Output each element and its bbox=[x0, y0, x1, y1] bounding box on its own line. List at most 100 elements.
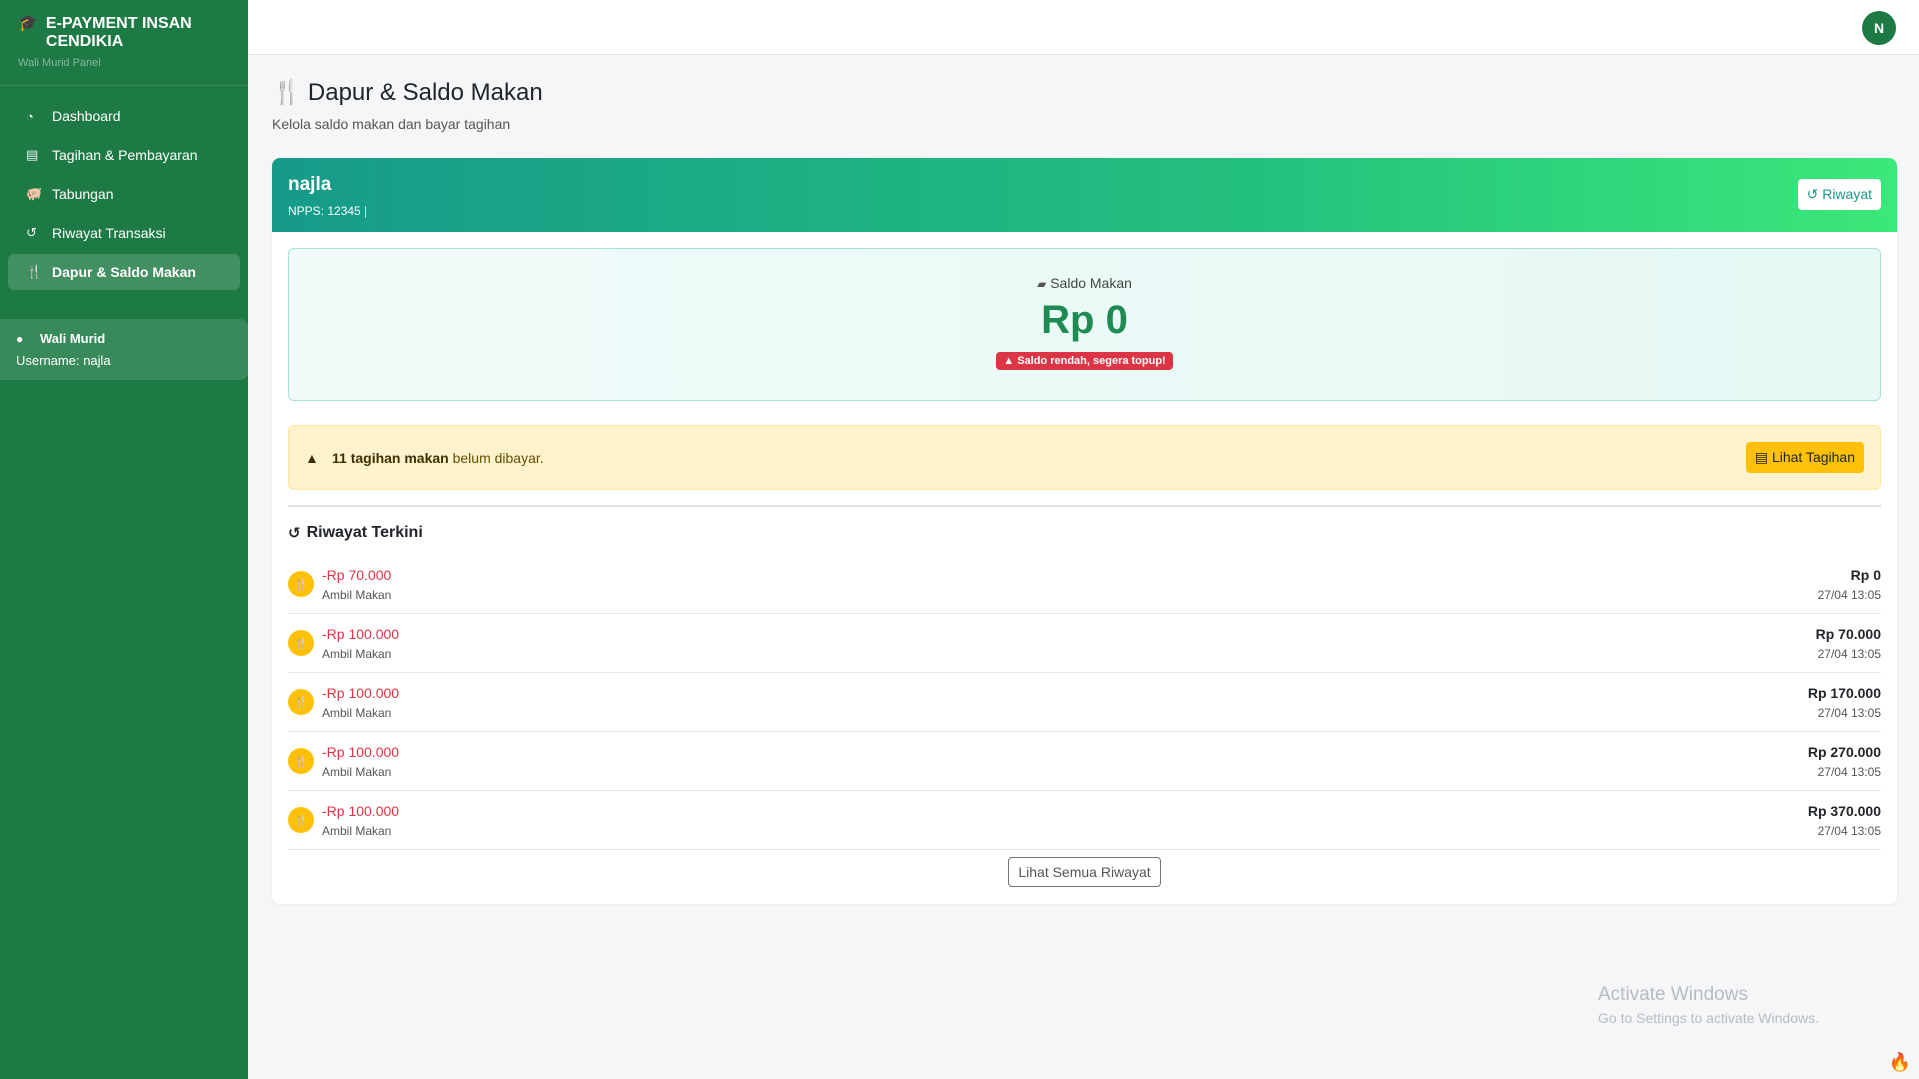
utensils-icon: 🍴 bbox=[272, 79, 302, 106]
tx-amount: -Rp 70.000 bbox=[322, 566, 392, 583]
utensils-icon: 🍴 bbox=[288, 748, 314, 774]
tx-balance: Rp 370.000 bbox=[1807, 802, 1881, 819]
tx-meta: Rp 170.000 27/04 13:05 bbox=[1808, 685, 1881, 720]
utensils-icon: 🍴 bbox=[288, 630, 314, 656]
user-role-text: Wali Murid bbox=[40, 331, 106, 346]
sidebar-item-label: Dashboard bbox=[52, 108, 121, 124]
tx-balance: Rp 70.000 bbox=[1815, 625, 1881, 642]
list-item: 🍴 -Rp 100.000 Ambil Makan Rp 370.000 27/… bbox=[288, 791, 1881, 850]
flame-icon[interactable]: 🔥 bbox=[1889, 1052, 1911, 1073]
topbar: N bbox=[248, 0, 1919, 55]
brand-title-text: E-PAYMENT INSAN CENDIKIA bbox=[45, 15, 192, 50]
list-item: 🍴 -Rp 70.000 Ambil Makan Rp 0 27/04 13:0… bbox=[288, 555, 1881, 614]
watermark-title: Activate Windows bbox=[1598, 984, 1748, 1005]
avatar[interactable]: N bbox=[1862, 11, 1896, 45]
sidebar-item-dashboard[interactable]: ◔ Dashboard bbox=[8, 98, 240, 134]
tx-time: 27/04 13:05 bbox=[1817, 646, 1881, 661]
tx-meta: Rp 370.000 27/04 13:05 bbox=[1808, 803, 1881, 838]
tx-balance: Rp 170.000 bbox=[1807, 684, 1881, 701]
utensils-icon: 🍴 bbox=[288, 807, 314, 833]
riwayat-button[interactable]: ↺ Riwayat bbox=[1797, 179, 1881, 210]
tx-meta: Rp 0 27/04 13:05 bbox=[1818, 567, 1881, 602]
piggy-bank-icon: 🐖 bbox=[26, 186, 43, 201]
list-item: 🍴 -Rp 100.000 Ambil Makan Rp 170.000 27/… bbox=[288, 673, 1881, 732]
page-title-text: Dapur & Saldo Makan bbox=[307, 78, 543, 106]
list-item: 🍴 -Rp 100.000 Ambil Makan Rp 70.000 27/0… bbox=[288, 614, 1881, 673]
tx-details: -Rp 100.000 Ambil Makan bbox=[322, 744, 1808, 779]
tx-description: Ambil Makan bbox=[322, 823, 392, 838]
tx-description: Ambil Makan bbox=[322, 764, 392, 779]
recent-history-title: ↺ Riwayat Terkini bbox=[288, 524, 1881, 542]
lihat-semua-riwayat-button[interactable]: Lihat Semua Riwayat bbox=[1008, 857, 1161, 887]
tx-details: -Rp 100.000 Ambil Makan bbox=[322, 685, 1808, 720]
divider bbox=[288, 505, 1881, 507]
student-id: NPPS: 12345 | bbox=[288, 204, 368, 218]
sidebar-item-tagihan[interactable]: ▤ Tagihan & Pembayaran bbox=[8, 137, 240, 173]
sidebar-item-dapur[interactable]: 🍴 Dapur & Saldo Makan bbox=[8, 254, 240, 290]
tx-details: -Rp 70.000 Ambil Makan bbox=[322, 567, 1818, 602]
tx-time: 27/04 13:05 bbox=[1817, 587, 1881, 602]
more-wrap: Lihat Semua Riwayat bbox=[288, 850, 1881, 888]
brand: 🎓 E-PAYMENT INSAN CENDIKIA Wali Murid Pa… bbox=[0, 0, 248, 86]
gauge-icon: ◔ bbox=[26, 108, 34, 124]
main-content: 🍴 Dapur & Saldo Makan Kelola saldo makan… bbox=[272, 55, 1897, 904]
sidebar-item-riwayat[interactable]: ↺ Riwayat Transaksi bbox=[8, 215, 240, 251]
saldo-card: najla NPPS: 12345 | ↺ Riwayat ▰ Saldo Ma… bbox=[272, 158, 1897, 904]
tx-meta: Rp 270.000 27/04 13:05 bbox=[1808, 744, 1881, 779]
list-item: 🍴 -Rp 100.000 Ambil Makan Rp 270.000 27/… bbox=[288, 732, 1881, 791]
transaction-list: 🍴 -Rp 70.000 Ambil Makan Rp 0 27/04 13:0… bbox=[288, 555, 1881, 850]
saldo-box: ▰ Saldo Makan Rp 0 ▲ Saldo rendah, seger… bbox=[288, 248, 1881, 401]
utensils-icon: 🍴 bbox=[26, 264, 43, 279]
saldo-label: ▰ Saldo Makan bbox=[289, 275, 1880, 291]
brand-title: 🎓 E-PAYMENT INSAN CENDIKIA bbox=[18, 15, 230, 51]
user-circle-icon: ● bbox=[16, 331, 24, 346]
alert-count: 11 tagihan makan bbox=[332, 449, 449, 466]
lihat-tagihan-label: Lihat Tagihan bbox=[1771, 449, 1855, 465]
user-role: ● Wali Murid bbox=[16, 331, 232, 346]
brand-subtitle: Wali Murid Panel bbox=[18, 57, 101, 69]
tx-description: Ambil Makan bbox=[322, 705, 392, 720]
tx-details: -Rp 100.000 Ambil Makan bbox=[322, 626, 1816, 661]
alert-rest: belum dibayar. bbox=[448, 449, 544, 466]
tx-amount: -Rp 100.000 bbox=[322, 684, 400, 701]
tx-meta: Rp 70.000 27/04 13:05 bbox=[1816, 626, 1881, 661]
sidebar-nav: ◔ Dashboard ▤ Tagihan & Pembayaran 🐖 Tab… bbox=[0, 86, 248, 305]
tx-description: Ambil Makan bbox=[322, 646, 392, 661]
sidebar-item-label: Tabungan bbox=[52, 186, 114, 202]
tx-amount: -Rp 100.000 bbox=[322, 743, 400, 760]
utensils-icon: 🍴 bbox=[288, 571, 314, 597]
sidebar-item-tabungan[interactable]: 🐖 Tabungan bbox=[8, 176, 240, 212]
sidebar-item-label: Tagihan & Pembayaran bbox=[52, 147, 198, 163]
tx-amount: -Rp 100.000 bbox=[322, 802, 400, 819]
warning-triangle-icon: ▲ bbox=[305, 449, 319, 466]
user-info: ● Wali Murid Username: najla bbox=[0, 319, 248, 380]
sidebar-item-label: Dapur & Saldo Makan bbox=[52, 264, 196, 280]
saldo-card-body: ▰ Saldo Makan Rp 0 ▲ Saldo rendah, seger… bbox=[272, 232, 1897, 904]
tx-balance: Rp 270.000 bbox=[1807, 743, 1881, 760]
student-header: najla NPPS: 12345 | ↺ Riwayat bbox=[272, 158, 1897, 232]
unpaid-bills-alert: ▲ 11 tagihan makan belum dibayar. ▤ Liha… bbox=[288, 425, 1881, 490]
student-name: najla bbox=[288, 174, 332, 195]
saldo-label-text: Saldo Makan bbox=[1050, 275, 1132, 291]
lihat-tagihan-button[interactable]: ▤ Lihat Tagihan bbox=[1745, 442, 1864, 473]
history-icon: ↺ bbox=[1806, 186, 1819, 202]
invoice-icon: ▤ bbox=[26, 147, 39, 162]
sidebar: 🎓 E-PAYMENT INSAN CENDIKIA Wali Murid Pa… bbox=[0, 0, 248, 1079]
graduation-cap-icon: 🎓 bbox=[18, 15, 38, 32]
watermark-subtitle: Go to Settings to activate Windows. bbox=[1598, 1010, 1819, 1026]
alert-text: 11 tagihan makan belum dibayar. bbox=[332, 450, 544, 466]
invoice-icon: ▤ bbox=[1754, 449, 1769, 465]
page-title: 🍴 Dapur & Saldo Makan bbox=[272, 78, 1897, 107]
saldo-warning-text: Saldo rendah, segera topup! bbox=[1017, 355, 1166, 367]
tx-details: -Rp 100.000 Ambil Makan bbox=[322, 803, 1808, 838]
tx-time: 27/04 13:05 bbox=[1817, 705, 1881, 720]
page-subtitle: Kelola saldo makan dan bayar tagihan bbox=[272, 116, 511, 132]
sidebar-item-label: Riwayat Transaksi bbox=[52, 225, 166, 241]
recent-history-title-text: Riwayat Terkini bbox=[306, 524, 423, 541]
riwayat-button-label: Riwayat bbox=[1822, 186, 1872, 202]
tx-balance: Rp 0 bbox=[1850, 566, 1881, 583]
utensils-icon: 🍴 bbox=[288, 689, 314, 715]
tx-time: 27/04 13:05 bbox=[1817, 764, 1881, 779]
windows-activation-watermark: Activate Windows Go to Settings to activ… bbox=[1598, 984, 1819, 1026]
warning-triangle-icon: ▲ bbox=[1003, 355, 1015, 367]
